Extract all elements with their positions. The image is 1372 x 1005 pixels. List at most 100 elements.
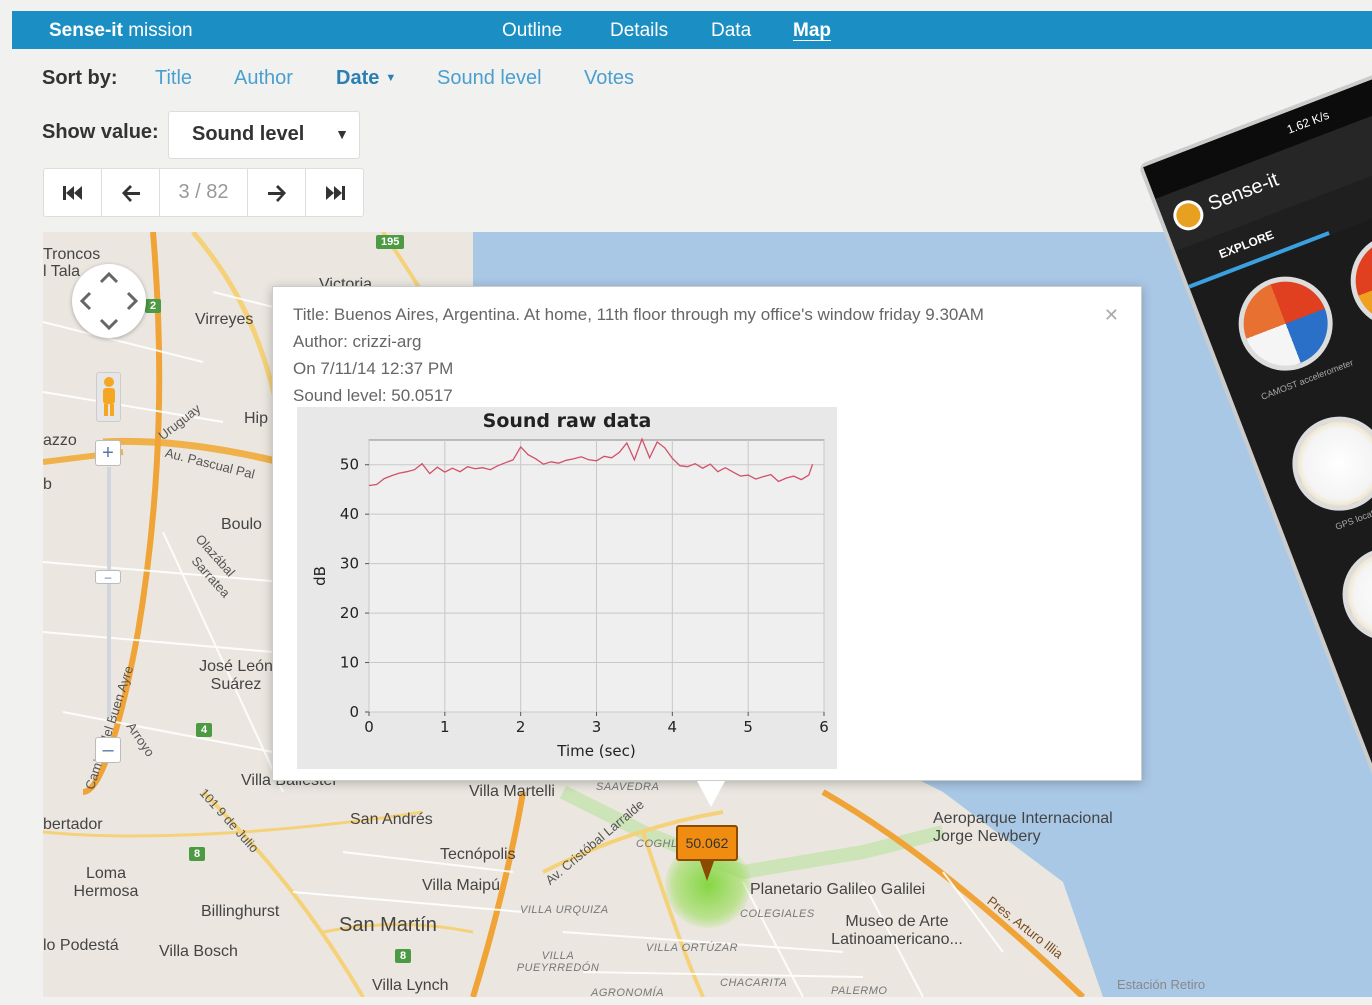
map-label-arzo: azzo [43,432,77,449]
show-value-select[interactable]: Sound level ▼ [168,111,360,159]
pan-arrows-icon [79,271,139,331]
tab-data[interactable]: Data [711,20,751,42]
popup-date: On 7/11/14 12:37 PM [293,359,454,378]
road-badge-2: 2 [145,299,162,313]
prev-page-button[interactable] [102,169,160,216]
chart-xlabel: Time (sec) [556,742,635,760]
map-label-villa-maipu: Villa Maipú [422,877,500,894]
y-tick-label: 40 [340,505,359,523]
tab-outline[interactable]: Outline [502,20,562,42]
x-tick-label: 3 [592,718,602,736]
x-tick-label: 1 [440,718,450,736]
map-label-villa-ortuzar: VILLA ORTÚZAR [646,942,739,954]
show-value-label: Show value: [42,121,159,143]
x-tick-label: 4 [668,718,678,736]
map-label-villa-lynch: Villa Lynch [372,977,449,994]
map-label-agronomia: AGRONOMÍA [591,987,664,997]
chart-ylabel: dB [311,566,329,586]
top-nav-bar: Sense-it mission Outline Details Data Ma… [12,11,1372,49]
phone-app-title: Sense-it [1205,168,1282,216]
show-value-selected: Sound level [192,123,305,145]
street-view-pegman-icon[interactable] [96,372,121,422]
arrow-right-icon [267,184,286,202]
app-logo-icon [1168,195,1208,235]
y-tick-label: 20 [340,604,359,622]
map-label-loma-hermosa: Loma Hermosa [73,865,139,900]
arrow-left-icon [121,184,140,202]
zoom-in-button[interactable]: + [95,440,121,466]
caret-down-icon: ▼ [385,72,397,84]
first-page-button[interactable] [44,169,102,216]
y-tick-label: 10 [340,654,359,672]
map-label-hip: Hip [244,410,269,427]
popup-tail [697,781,725,807]
skip-first-icon [62,185,82,200]
map-label-planetario: Planetario Galileo Galilei [750,881,926,898]
map-label-lo-podesta: lo Podestá [43,937,119,954]
brand-rest: mission [128,20,193,41]
x-tick-label: 5 [743,718,753,736]
map-label-aeroparque: Aeroparque Internacional Jorge Newbery [933,810,1113,845]
road-badge-4: 4 [196,723,213,737]
brand-title[interactable]: Sense-it mission [49,20,193,42]
map-pan-control[interactable] [72,264,146,338]
popup-title: Title: Buenos Aires, Argentina. At home,… [293,305,984,324]
map-marker-pin [700,861,714,881]
close-icon[interactable]: ✕ [1104,305,1119,326]
popup-sound-level: Sound level: 50.0517 [293,386,453,405]
map-label-villa-bosch: Villa Bosch [159,943,238,960]
brand-bold: Sense-it [49,20,123,41]
x-tick-label: 2 [516,718,526,736]
tab-details[interactable]: Details [610,20,668,42]
map-label-saavedra: SAAVEDRA [596,781,660,793]
chart-title: Sound raw data [483,410,652,432]
map-label-boulo: Boulo [221,516,262,533]
map-label-villa-pueyrredon: VILLA PUEYRREDÓN [516,950,600,975]
info-popup: ✕ Title: Buenos Aires, Argentina. At hom… [272,286,1142,807]
map-label-billinghurst: Billinghurst [201,903,280,920]
y-tick-label: 30 [340,555,359,573]
phone-sensor-icon-2[interactable] [1328,533,1372,656]
popup-author: Author: crizzi-arg [293,332,422,351]
next-page-button[interactable] [248,169,306,216]
map-label-bertador: bertador [43,816,103,833]
road-badge-8a: 8 [189,847,206,861]
map-label-troncos: Troncos [43,246,101,263]
map-label-virreyes: Virreyes [195,311,254,328]
map-label-colegiales: COLEGIALES [740,908,815,920]
zoom-slider-handle[interactable]: – [95,570,121,584]
sort-date-link[interactable]: Date ▼ [336,67,396,90]
phone-sensor-icon[interactable] [1336,219,1372,342]
x-tick-label: 6 [819,718,829,736]
road-badge-8b: 8 [395,949,412,963]
map-label-estacion: Estación Retiro [1117,977,1206,992]
sort-votes-link[interactable]: Votes [584,67,634,90]
page-counter: 3 / 82 [160,169,248,216]
sound-chart-svg: Sound raw data 0 1 2 3 4 5 6 0 10 20 30 40 50 Time (… [297,407,837,769]
map-marker[interactable]: 50.062 [676,825,738,861]
x-tick-label: 0 [364,718,374,736]
road-badge-195: 195 [376,235,405,249]
last-page-button[interactable] [306,169,364,216]
map-label-b: b [43,476,52,493]
sort-date-label: Date [336,67,380,89]
pager: 3 / 82 [43,168,364,217]
map-label-san-andres: San Andrés [350,811,433,828]
sound-chart: Sound raw data 0 1 2 3 4 5 6 0 10 20 30 40 50 Time (… [297,407,837,769]
map-label-museo: Museo de Arte Latinoamericano... [831,913,963,948]
phone-status-speed: 1.62 K/s [1284,107,1332,137]
map-label-villa-urquiza: VILLA URQUIZA [520,904,609,916]
map-label-jose-leon: José León Suárez [199,658,273,693]
y-tick-label: 0 [349,703,359,721]
skip-last-icon [326,185,345,200]
sort-sound-level-link[interactable]: Sound level [437,67,542,90]
sort-title-link[interactable]: Title [155,67,192,90]
phone-gps-icon[interactable] [1278,402,1372,525]
zoom-out-button[interactable]: – [95,737,121,763]
map-label-chacarita: CHACARITA [720,977,788,989]
tab-map[interactable]: Map [793,20,831,42]
sort-author-link[interactable]: Author [234,67,293,90]
map-label-palermo: PALERMO [831,985,888,997]
sort-by-label: Sort by: [42,67,118,89]
zoom-slider-track[interactable] [107,467,111,717]
